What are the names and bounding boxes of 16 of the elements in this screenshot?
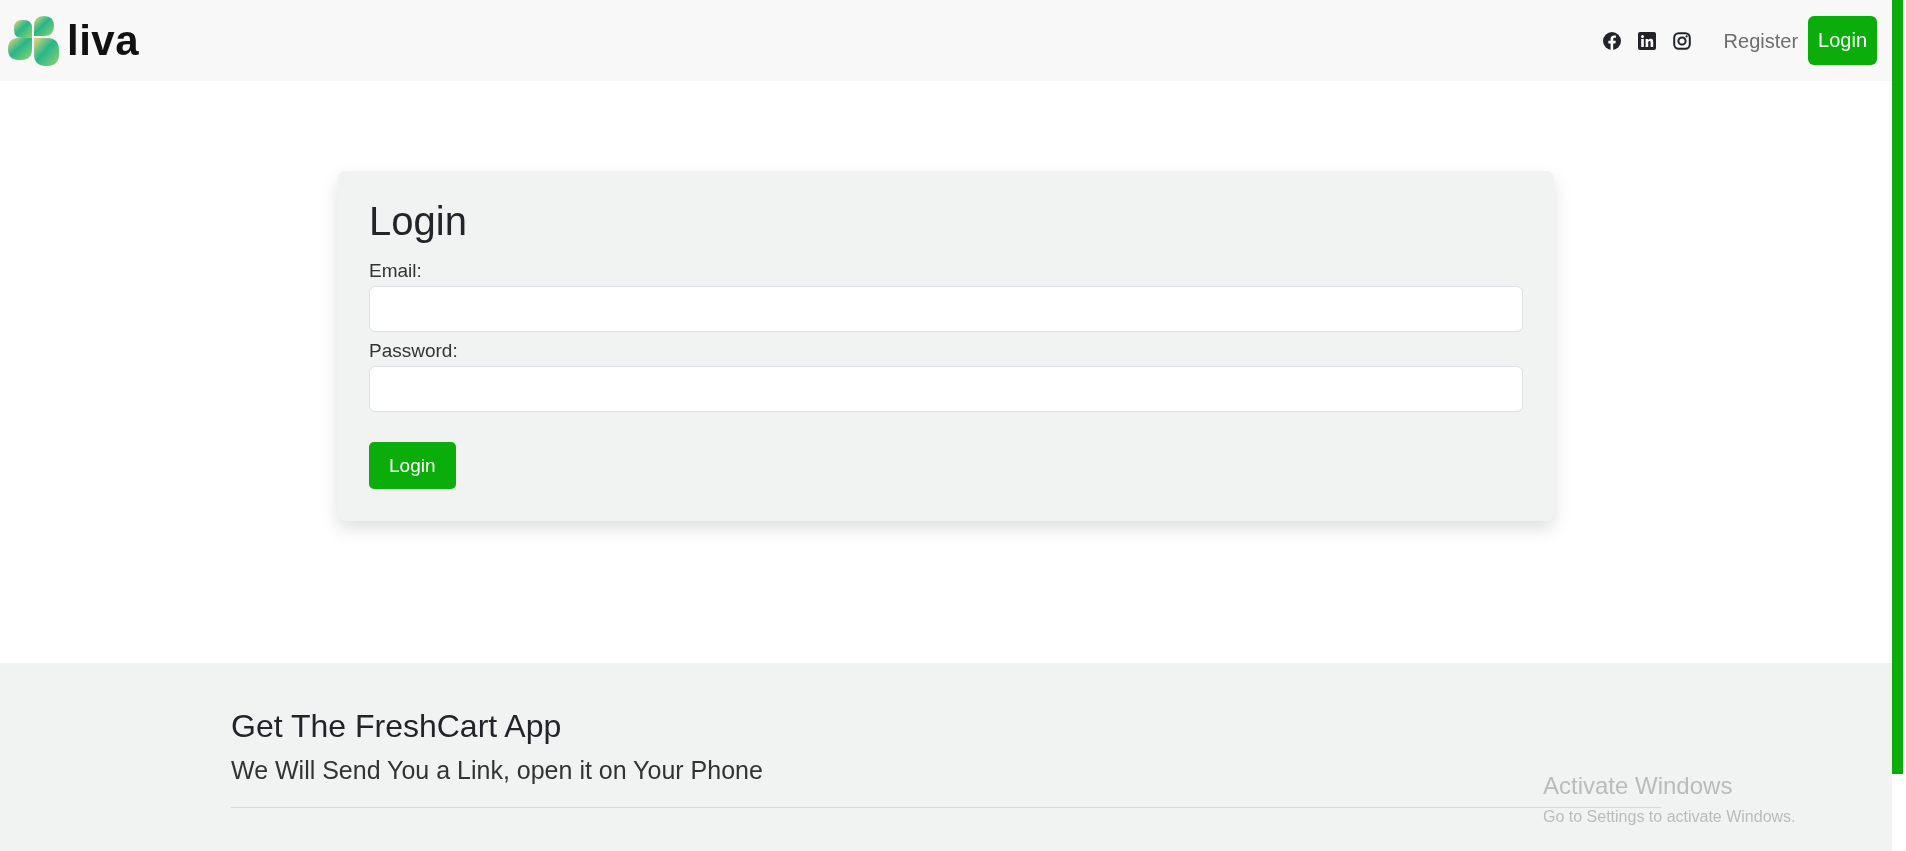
password-field[interactable] (369, 366, 1523, 412)
email-field[interactable] (369, 286, 1523, 332)
facebook-icon[interactable] (1602, 31, 1621, 50)
login-heading: Login (369, 198, 468, 245)
instagram-icon[interactable] (1672, 31, 1691, 50)
register-link[interactable]: Register (1723, 25, 1799, 56)
email-label: Email: (369, 259, 422, 283)
login-button[interactable]: Login (1808, 16, 1877, 65)
linkedin-icon[interactable] (1637, 31, 1656, 50)
app-promo-title: Get The FreshCart App (231, 707, 563, 745)
brand-name[interactable]: liva (67, 19, 140, 62)
password-label: Password: (369, 339, 458, 363)
scrollbar-thumb[interactable] (1892, 0, 1903, 774)
login-submit-button[interactable]: Login (369, 442, 456, 489)
app-promo-subtitle: We Will Send You a Link, open it on Your Phone (231, 755, 764, 785)
clover-logo-icon (8, 15, 59, 66)
